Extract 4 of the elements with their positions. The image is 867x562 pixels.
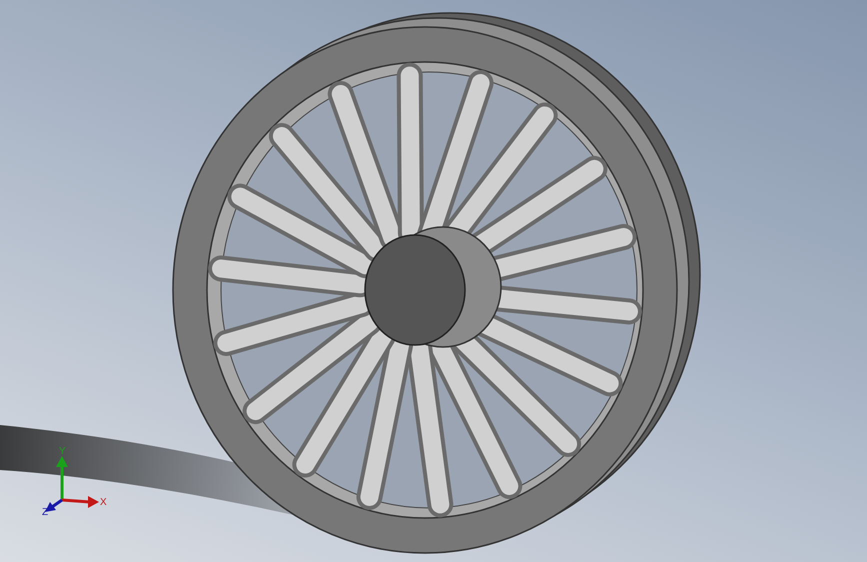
x-axis-label: X <box>100 497 107 508</box>
x-axis-arrow <box>62 496 99 508</box>
y-axis-arrow <box>56 456 68 500</box>
y-axis-label: Y <box>59 446 66 457</box>
